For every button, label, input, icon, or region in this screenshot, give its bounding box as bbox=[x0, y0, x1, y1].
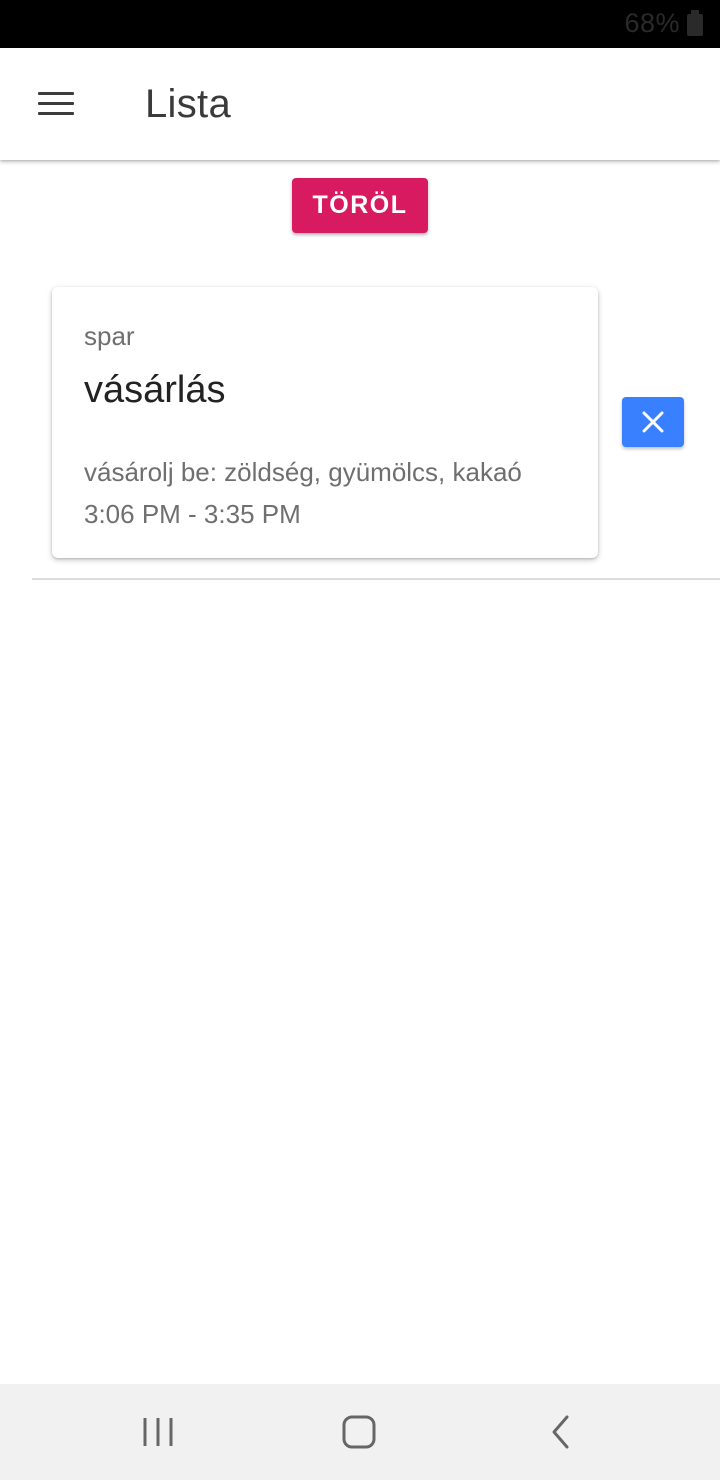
card-description: vásárolj be: zöldség, gyümölcs, kakaó bbox=[84, 457, 522, 487]
card-time: 3:06 PM - 3:35 PM bbox=[84, 499, 301, 529]
system-nav-bar bbox=[0, 1384, 720, 1480]
back-icon bbox=[552, 1415, 569, 1449]
recents-button[interactable] bbox=[118, 1402, 198, 1462]
menu-button[interactable] bbox=[24, 72, 88, 136]
home-icon bbox=[342, 1415, 376, 1449]
home-button[interactable] bbox=[319, 1402, 399, 1462]
card-subtitle: spar bbox=[84, 321, 135, 351]
close-icon bbox=[642, 411, 664, 433]
menu-icon bbox=[38, 92, 74, 116]
back-button[interactable] bbox=[521, 1402, 601, 1462]
page-title: Lista bbox=[145, 82, 231, 126]
battery-icon bbox=[687, 10, 703, 36]
list-divider bbox=[32, 578, 720, 580]
status-bar: 68% bbox=[0, 0, 720, 48]
delete-all-button[interactable]: TÖRÖL bbox=[292, 178, 428, 233]
battery-percentage: 68% bbox=[624, 8, 680, 38]
remove-item-button[interactable] bbox=[622, 397, 684, 447]
recents-icon bbox=[143, 1418, 173, 1446]
list-item-card: spar vásárlás vásárolj be: zöldség, gyüm… bbox=[52, 287, 598, 558]
toolbar: Lista bbox=[0, 48, 720, 160]
card-title: vásárlás bbox=[84, 369, 226, 411]
card-description-block: vásárolj be: zöldség, gyümölcs, kakaó 3:… bbox=[84, 451, 584, 535]
